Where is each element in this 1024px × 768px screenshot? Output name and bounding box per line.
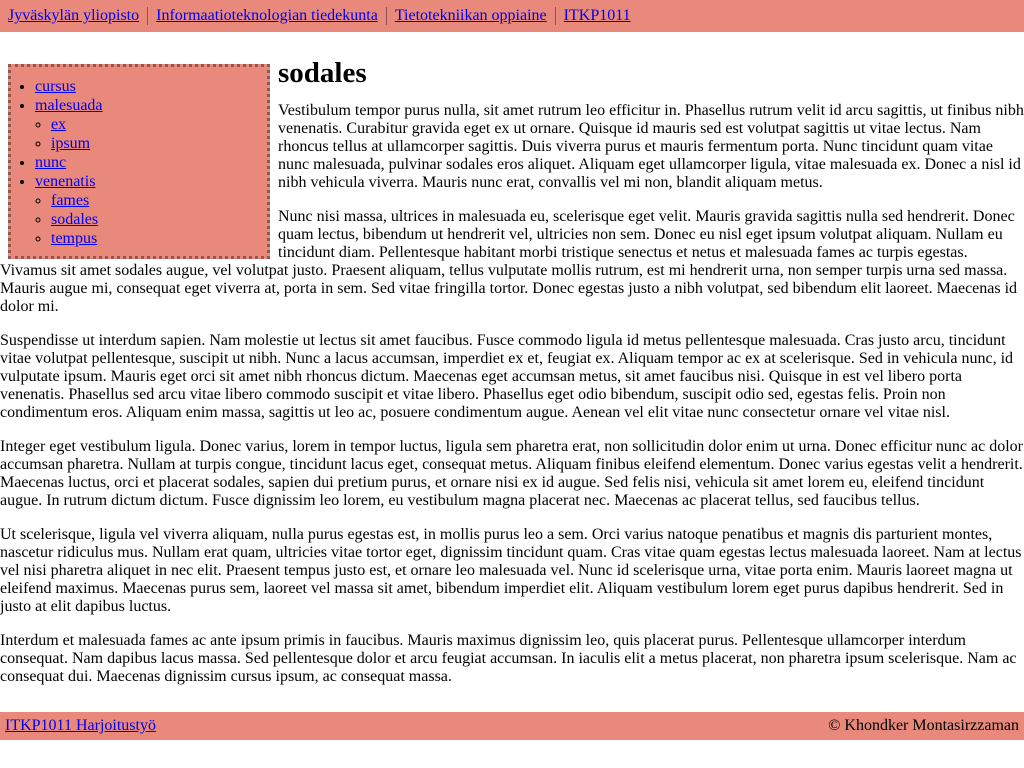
paragraph: Suspendisse ut interdum sapien. Nam mole… (0, 332, 1014, 421)
breadcrumb: Jyväskylän yliopisto Informaatioteknologi… (0, 0, 1024, 32)
breadcrumb-link-university[interactable]: Jyväskylän yliopisto (8, 7, 139, 25)
paragraph: Ut scelerisque, ligula vel viverra aliqu… (0, 526, 1022, 615)
footer: ITKP1011 Harjoitustyö © Khondker Montasi… (0, 712, 1024, 740)
footer-copyright: © Khondker Montasirzzaman (828, 717, 1019, 734)
main-content: sodales Vestibulum tempor purus nulla, s… (0, 46, 1024, 702)
footer-course-link[interactable]: ITKP1011 Harjoitustyö (5, 717, 156, 735)
breadcrumb-link-department[interactable]: Tietotekniikan oppiaine (385, 7, 547, 25)
paragraph: Integer eget vestibulum ligula. Donec va… (0, 438, 1023, 509)
breadcrumb-link-course[interactable]: ITKP1011 (554, 7, 631, 25)
breadcrumb-link-faculty[interactable]: Informaatioteknologian tiedekunta (147, 7, 378, 25)
paragraph: Interdum et malesuada fames ac ante ipsu… (0, 632, 1017, 685)
